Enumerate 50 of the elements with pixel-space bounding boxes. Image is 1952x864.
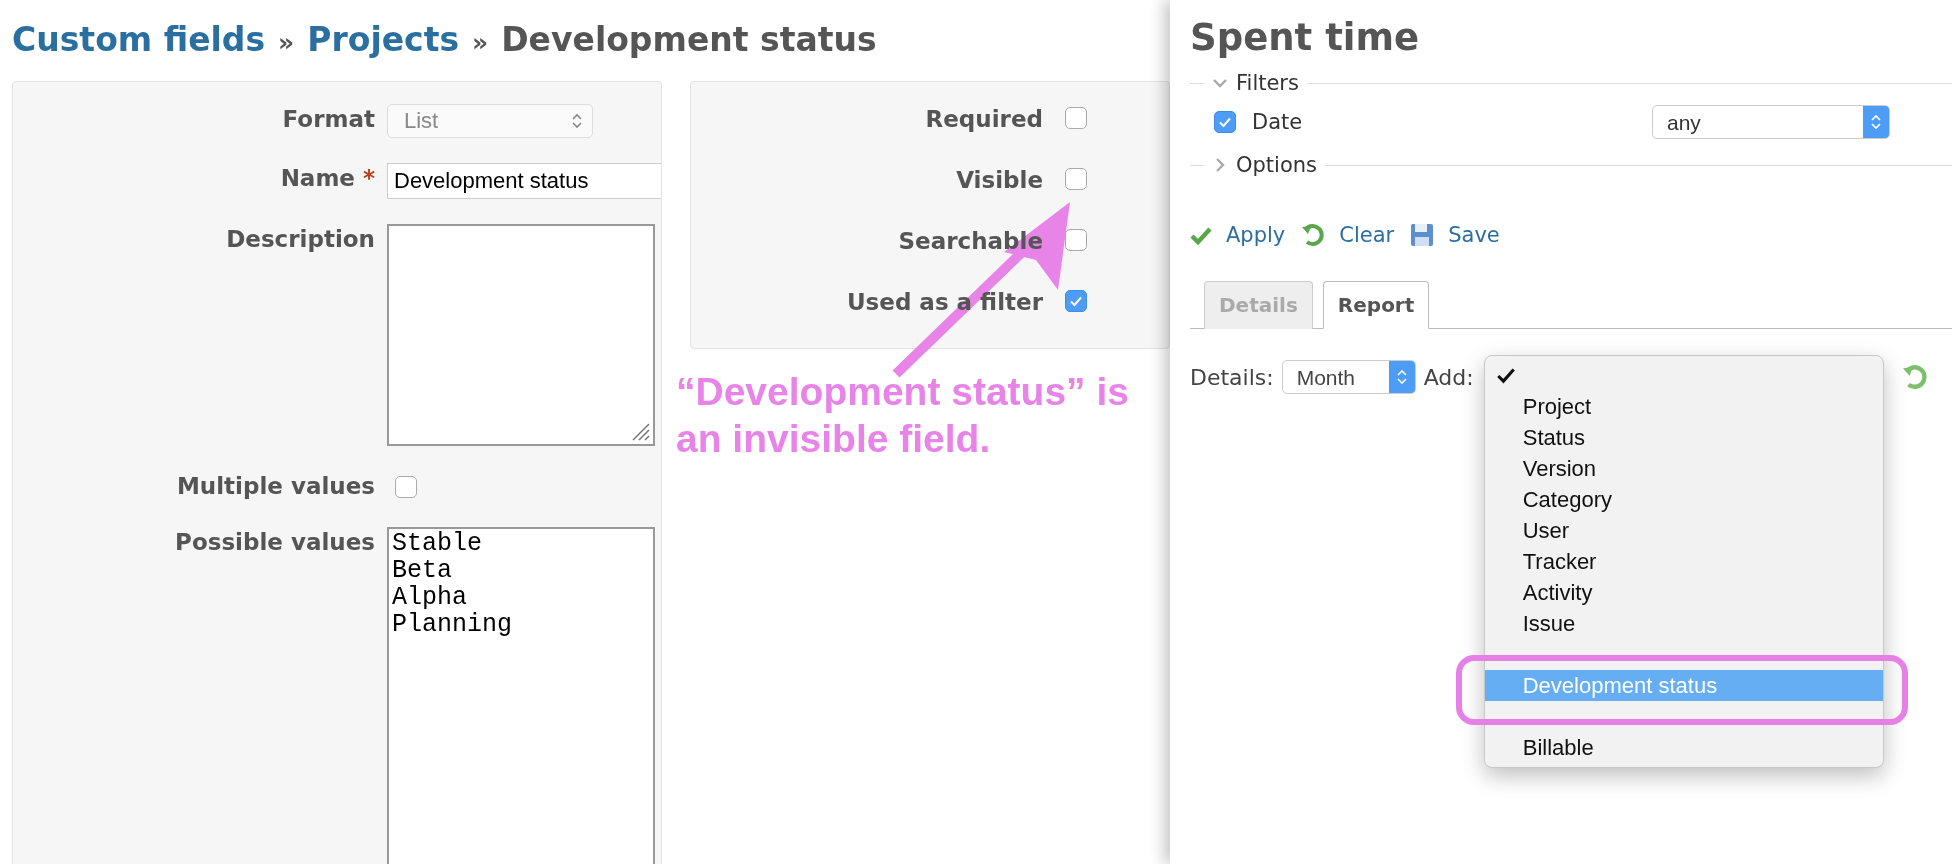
- values-textarea[interactable]: Stable Beta Alpha Planning: [387, 527, 655, 864]
- up-down-arrows-icon: [1869, 113, 1883, 131]
- field-label: Name *: [280, 164, 375, 191]
- menu-option[interactable]: Tracker: [1484, 546, 1883, 577]
- field-label: Format: [282, 105, 375, 132]
- section-legend[interactable]: Filters: [1236, 71, 1299, 95]
- field-label: Description: [226, 225, 375, 252]
- tab[interactable]: Report: [1322, 281, 1430, 329]
- name-field[interactable]: Development status: [387, 163, 661, 199]
- checkbox[interactable]: [1065, 168, 1087, 190]
- breadcrumb-separator: »: [472, 28, 489, 57]
- reload-icon: [1301, 223, 1326, 247]
- field-label: Required: [925, 105, 1043, 132]
- reload-icon[interactable]: [1901, 364, 1928, 390]
- menu-option[interactable]: Project: [1484, 391, 1883, 422]
- annotation-text: “Development status” is an invisible field.: [676, 369, 1129, 462]
- filter-label: Date: [1252, 110, 1304, 134]
- breadcrumb-link[interactable]: Projects: [307, 20, 460, 59]
- checkmark-icon: [1190, 225, 1212, 245]
- add-label: Add:: [1423, 364, 1474, 390]
- up-down-arrows-icon: [570, 112, 584, 130]
- description-textarea[interactable]: [387, 224, 655, 446]
- menu-option[interactable]: Version: [1484, 453, 1883, 484]
- checkbox[interactable]: [1065, 290, 1087, 312]
- panel-title: Spent time: [1190, 16, 1421, 59]
- action-link[interactable]: Apply: [1226, 223, 1286, 247]
- action-link[interactable]: Save: [1448, 223, 1500, 247]
- checkbox[interactable]: [1214, 111, 1236, 133]
- checkbox[interactable]: [1065, 107, 1087, 129]
- checkbox[interactable]: [1065, 229, 1087, 251]
- menu-option[interactable]: Issue: [1484, 608, 1883, 639]
- checkbox[interactable]: [395, 476, 417, 498]
- menu-option[interactable]: Activity: [1484, 577, 1883, 608]
- field-label: Visible: [956, 166, 1043, 193]
- checkmark-icon: [1496, 366, 1515, 385]
- up-down-arrows-icon: [1394, 368, 1409, 386]
- page-title: Development status: [501, 20, 877, 59]
- section-legend[interactable]: Options: [1236, 153, 1318, 177]
- menu-option[interactable]: Category: [1484, 484, 1883, 515]
- breadcrumb-link[interactable]: Custom fields: [12, 20, 266, 59]
- details-label: Details:: [1190, 364, 1274, 390]
- period-select[interactable]: Month: [1281, 360, 1416, 394]
- menu-option[interactable]: User: [1484, 515, 1883, 546]
- action-link[interactable]: Clear: [1339, 223, 1395, 247]
- field-label: Multiple values: [176, 472, 375, 499]
- operator-select[interactable]: any: [1652, 105, 1890, 139]
- menu-option[interactable]: Status: [1484, 422, 1883, 453]
- breadcrumb-separator: »: [278, 28, 295, 57]
- field-label: Possible values: [175, 528, 375, 555]
- menu-option[interactable]: Billable: [1484, 732, 1883, 763]
